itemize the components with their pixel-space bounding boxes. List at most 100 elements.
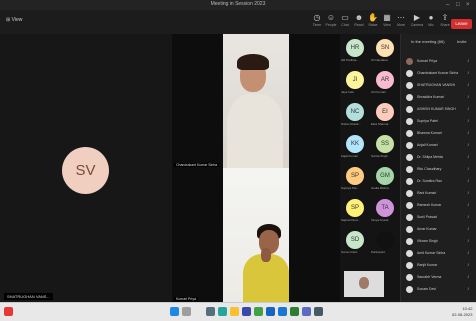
meeting-toolbar: ⊞ View ◷ Timer ☺ People ▭ Chat ☻ React ✋ Rais… [0, 10, 476, 35]
meeting-app-icon[interactable] [314, 307, 323, 316]
participant-row[interactable]: Chandrakant Kumar Sinha ♪ [403, 68, 475, 80]
tile-name: Arti Kumari [371, 90, 386, 94]
participant-row[interactable]: Anjali Kumari ♪ [403, 140, 475, 152]
more-button[interactable]: ⋯ More [394, 13, 408, 31]
react-label: React [354, 23, 364, 27]
share-icon: ⇪ [441, 13, 449, 22]
mic-icon: ♪ [467, 286, 470, 292]
gallery-tile[interactable]: SN Sri Nandana [370, 36, 400, 66]
mic-icon: ♪ [467, 154, 470, 160]
tile-name: Tanya Anand [371, 218, 389, 222]
invite-button[interactable]: Invite [457, 39, 467, 44]
video-name-1: Chandrakant Kumar Sinha [174, 163, 220, 167]
gallery-tile[interactable]: SP Supriya Pat... [340, 164, 370, 194]
react-button[interactable]: ☻ React [352, 13, 366, 31]
mail-icon[interactable] [266, 307, 275, 316]
participant-row[interactable]: Sunil Prasad ♪ [403, 212, 475, 224]
windows-icon[interactable] [170, 307, 179, 316]
people-button[interactable]: ☺ People [324, 13, 338, 31]
participant-row[interactable]: Dr. Shilpa Mehta ♪ [403, 152, 475, 164]
avatar: SN [376, 39, 394, 57]
participant-row[interactable]: Vikram Singh ♪ [403, 236, 475, 248]
participant-row[interactable]: Supriya Patel ♪ [403, 116, 475, 128]
main-participant-name: SHATRUGHAN VANS... [4, 293, 53, 300]
main-avatar: SV [62, 147, 109, 194]
participant-name: Rani Kumari [417, 191, 437, 195]
word-icon[interactable] [278, 307, 287, 316]
store-icon[interactable] [242, 307, 251, 316]
mic-icon: ♪ [467, 58, 470, 64]
gallery-tile[interactable]: TA Tanya Anand [370, 196, 400, 226]
participant-avatar [406, 286, 413, 293]
mic-button[interactable]: ● Mic [424, 13, 438, 31]
maximize-icon[interactable]: □ [456, 1, 460, 9]
gallery-tile[interactable]: EI Ekta Sharma [370, 100, 400, 130]
leave-button[interactable]: Leave [451, 19, 472, 29]
participant-row[interactable]: Bhawna Kumari ♪ [403, 128, 475, 140]
search-icon[interactable] [182, 307, 191, 316]
participant-row[interactable]: Ranjit Kumar ♪ [403, 260, 475, 272]
participant-row[interactable]: Saurabh Verma ♪ [403, 272, 475, 284]
participant-avatar [406, 142, 413, 149]
participant-row[interactable]: Ramesh Kumar ♪ [403, 200, 475, 212]
avatar: EI [376, 103, 394, 121]
participant-avatar [406, 166, 413, 173]
participant-row[interactable]: Ritu Chaudhary ♪ [403, 164, 475, 176]
gallery-tile[interactable]: KK Kajal Kumari [340, 132, 370, 162]
mic-icon: ♪ [467, 82, 470, 88]
teams-icon[interactable] [302, 307, 311, 316]
avatar: HR [346, 39, 364, 57]
video-tile-2[interactable]: Kumari Priya [172, 168, 340, 302]
video-tile-1[interactable]: Chandrakant Kumar Sinha [172, 34, 340, 168]
react-icon: ☻ [354, 13, 364, 22]
timer-label: Timer [312, 23, 322, 27]
gallery-tile[interactable]: NC Nisha Chand... [340, 100, 370, 130]
gallery-tile[interactable]: SS Sunita Singh [370, 132, 400, 162]
gallery-tile[interactable]: SP Sapna Pand... [340, 196, 370, 226]
participant-name: Dr. Shilpa Mehta [417, 155, 443, 159]
chat-button[interactable]: ▭ Chat [338, 13, 352, 31]
participant-avatar [406, 58, 413, 65]
participant-name: SHATRUGHAN VANSHI [417, 83, 455, 87]
start-icon[interactable] [4, 307, 13, 316]
file-explorer-icon[interactable] [230, 307, 239, 316]
participant-row[interactable]: ASHISH KUMAR SINGH ♪ [403, 104, 475, 116]
participant-row[interactable]: SHATRUGHAN VANSHI ♪ [403, 80, 475, 92]
edge-icon[interactable] [218, 307, 227, 316]
camera-button[interactable]: ▶ Camera [410, 13, 424, 31]
minimize-icon[interactable]: – [446, 1, 449, 9]
raise-hand-button[interactable]: ✋ Raise [366, 13, 380, 31]
gallery-tile[interactable]: Participant [370, 228, 400, 258]
participants-panel: In the meeting (66) Invite Kumari Priya ♪… [400, 34, 476, 302]
self-view-video[interactable] [344, 271, 384, 297]
participant-avatar [406, 130, 413, 137]
task-view-icon[interactable] [206, 307, 215, 316]
participant-row[interactable]: Sonam Devi ♪ [403, 284, 475, 296]
participant-row[interactable]: Rani Kumari ♪ [403, 188, 475, 200]
mic-icon: ♪ [467, 238, 470, 244]
tile-name: Kajal Kumari [341, 154, 359, 158]
layout-button[interactable]: ▦ View [380, 13, 394, 31]
participant-avatar [406, 118, 413, 125]
participant-row[interactable]: Kumari Priya ♪ [403, 56, 475, 68]
chrome-icon[interactable] [254, 307, 263, 316]
participant-row[interactable]: Shraddha Kumari ♪ [403, 92, 475, 104]
gallery-tile[interactable]: AR Arti Kumari [370, 68, 400, 98]
avatar: NC [346, 103, 364, 121]
gallery-tile[interactable]: HR HR Parikha... [340, 36, 370, 66]
gallery-tile[interactable]: SD Sonam Devi [340, 228, 370, 258]
people-label: People [325, 23, 337, 27]
timer-button[interactable]: ◷ Timer [310, 13, 324, 31]
participant-row[interactable]: Dr. Sumitra Rao ♪ [403, 176, 475, 188]
os-taskbar: 10:42 02-08-2023 [0, 302, 476, 321]
participant-name: Supriya Patel [417, 119, 438, 123]
view-button[interactable]: ⊞ View [6, 17, 22, 23]
excel-icon[interactable] [290, 307, 299, 316]
gallery-tile[interactable]: GM Gudia Mishra [370, 164, 400, 194]
participant-row[interactable]: Amar Kumar ♪ [403, 224, 475, 236]
share-button[interactable]: ⇪ Share [438, 13, 452, 31]
participant-row[interactable]: Amit Kumar Sinha ♪ [403, 248, 475, 260]
mic-icon: ♪ [467, 202, 470, 208]
gallery-tile[interactable]: JI Jaya Indu [340, 68, 370, 98]
close-icon[interactable]: × [466, 1, 470, 9]
